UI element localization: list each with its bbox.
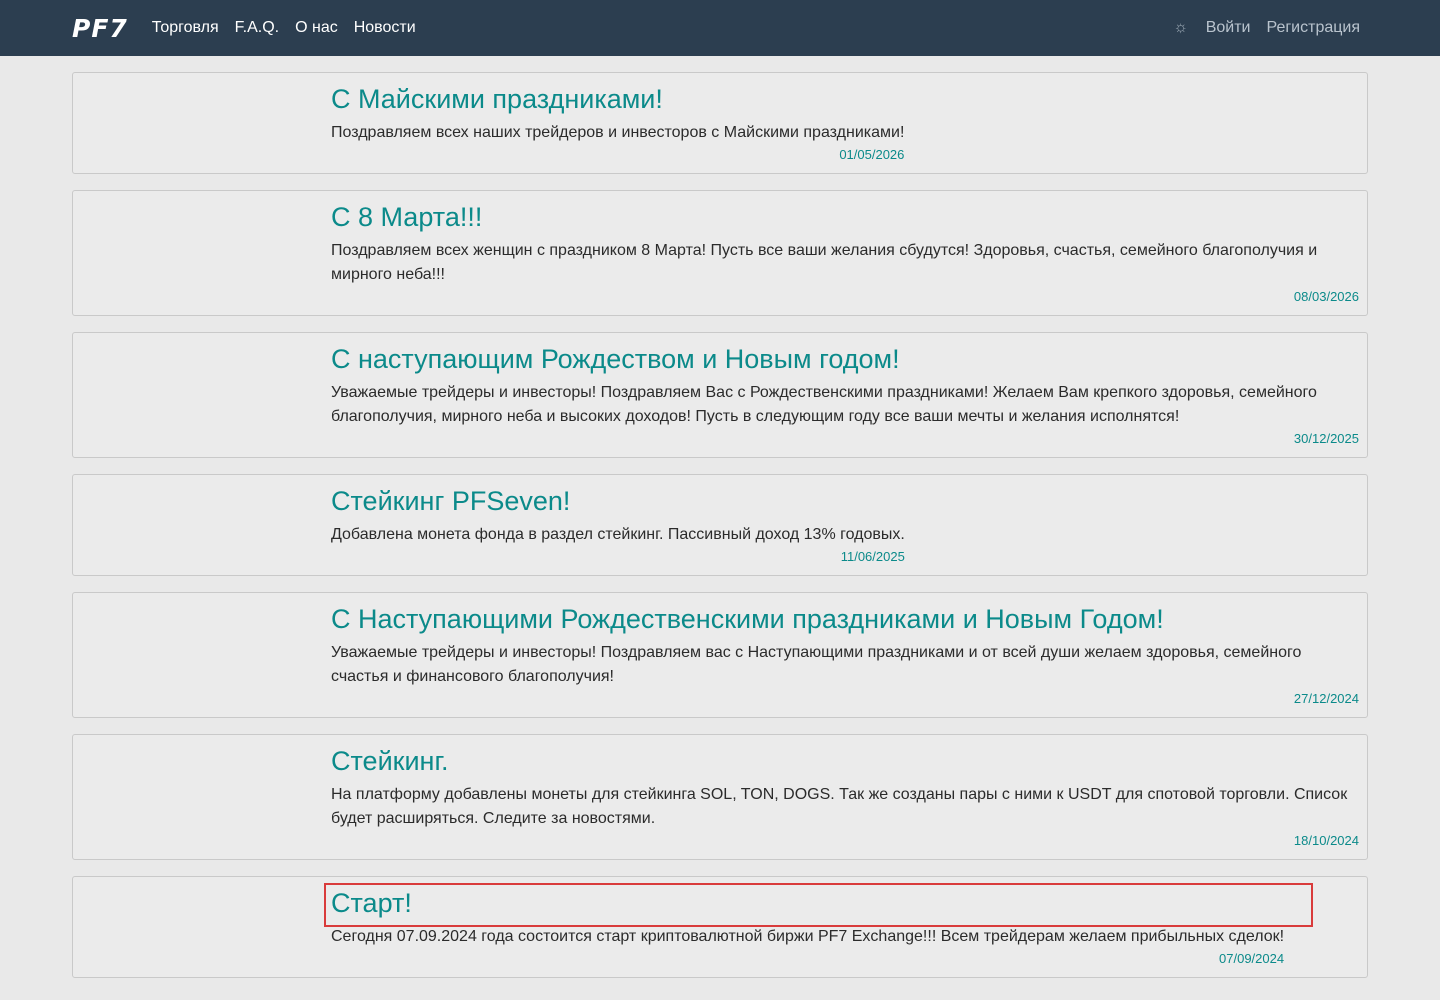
news-date: 11/06/2025 [840,549,905,564]
news-feed: С Майскими праздниками! Поздравляем всех… [72,72,1368,994]
logo[interactable]: PF7 [72,14,128,43]
news-title[interactable]: С 8 Марта!!! [331,201,1359,233]
news-title[interactable]: Стейкинг PFSeven! [331,485,905,517]
news-card[interactable]: С наступающим Рождеством и Новым годом! … [72,332,1368,458]
news-title[interactable]: Стейкинг. [331,745,1359,777]
news-title[interactable]: Старт! [331,887,1284,919]
news-body: Уважаемые трейдеры и инвесторы! Поздравл… [331,384,1317,425]
news-card[interactable]: С Наступающими Рождественскими праздника… [72,592,1368,718]
top-navbar: PF7 Торговля F.A.Q. О нас Новости ☼ Войт… [0,0,1440,56]
news-body: Добавлена монета фонда в раздел стейкинг… [331,526,905,543]
auth-area: ☼ Войти Регистрация [1172,19,1360,37]
news-date: 08/03/2026 [1293,289,1359,304]
news-title[interactable]: С наступающим Рождеством и Новым годом! [331,343,1359,375]
sun-icon[interactable]: ☼ [1172,19,1190,37]
nav-news[interactable]: Новости [354,19,416,37]
news-date: 30/12/2025 [1293,431,1359,446]
nav-about[interactable]: О нас [295,19,338,37]
news-card[interactable]: Старт! Сегодня 07.09.2024 года состоится… [72,876,1368,978]
news-title[interactable]: С Майскими праздниками! [331,83,904,115]
login-link[interactable]: Войти [1206,19,1251,37]
news-date: 27/12/2024 [1293,691,1359,706]
news-date: 01/05/2026 [839,147,905,162]
news-date: 18/10/2024 [1293,833,1359,848]
news-card[interactable]: Стейкинг PFSeven! Добавлена монета фонда… [72,474,1368,576]
news-body: На платформу добавлены монеты для стейки… [331,786,1348,827]
nav-faq[interactable]: F.A.Q. [235,19,279,37]
register-link[interactable]: Регистрация [1266,19,1360,37]
news-card[interactable]: Стейкинг. На платформу добавлены монеты … [72,734,1368,860]
news-body: Уважаемые трейдеры и инвесторы! Поздравл… [331,644,1302,685]
main-nav: Торговля F.A.Q. О нас Новости [152,19,416,37]
news-card[interactable]: С Майскими праздниками! Поздравляем всех… [72,72,1368,174]
news-body: Поздравляем всех женщин с праздником 8 М… [331,242,1318,283]
news-body: Сегодня 07.09.2024 года состоится старт … [331,928,1285,945]
news-card[interactable]: С 8 Марта!!! Поздравляем всех женщин с п… [72,190,1368,316]
news-date: 07/09/2024 [1219,951,1285,966]
news-title[interactable]: С Наступающими Рождественскими праздника… [331,603,1359,635]
nav-trade[interactable]: Торговля [152,19,219,37]
news-body: Поздравляем всех наших трейдеров и инвес… [331,124,905,141]
